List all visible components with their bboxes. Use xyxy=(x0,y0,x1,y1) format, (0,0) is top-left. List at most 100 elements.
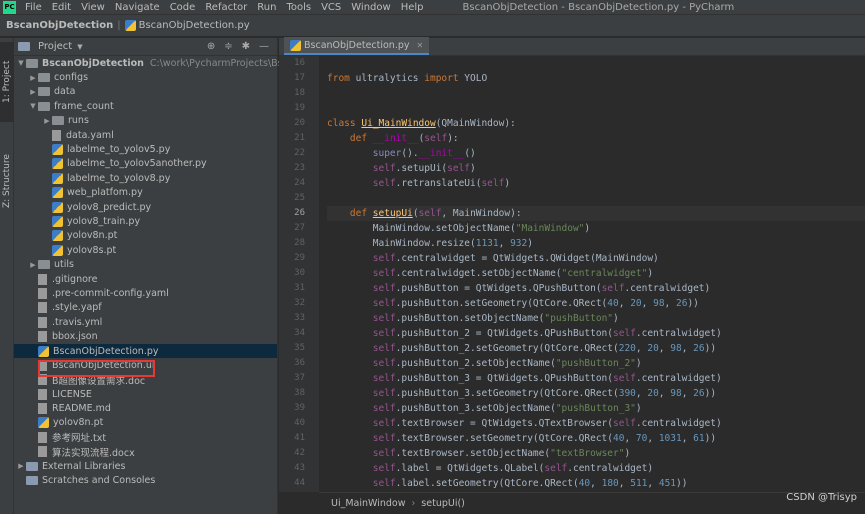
breadcrumb-file[interactable]: BscanObjDetection.py xyxy=(124,20,250,31)
code-line[interactable]: self.pushButton_3 = QtWidgets.QPushButto… xyxy=(327,371,865,386)
tree-item[interactable]: yolov8_predict.py xyxy=(14,200,277,214)
tool-tab-structure[interactable]: Z: Structure xyxy=(0,146,14,216)
code-line[interactable]: self.textBrowser.setGeometry(QtCore.QRec… xyxy=(327,431,865,446)
file-icon xyxy=(38,331,47,343)
tree-item[interactable]: ▶ runs xyxy=(14,114,277,128)
code-line[interactable]: self.label = QtWidgets.QLabel(self.centr… xyxy=(327,461,865,476)
code-line[interactable]: self.centralwidget.setObjectName("centra… xyxy=(327,266,865,281)
hide-icon[interactable]: — xyxy=(259,41,269,52)
code-line[interactable]: def setupUi(self, MainWindow): xyxy=(327,206,865,221)
status-class[interactable]: Ui_MainWindow xyxy=(331,498,405,509)
code-line[interactable]: super().__init__() xyxy=(327,146,865,161)
tree-item[interactable]: ▶ External Libraries xyxy=(14,459,277,473)
tree-item[interactable]: .pre-commit-config.yaml xyxy=(14,286,277,300)
collapse-arrow-icon[interactable]: ▶ xyxy=(28,74,38,82)
code-line[interactable] xyxy=(327,56,865,71)
menu-refactor[interactable]: Refactor xyxy=(200,0,252,15)
menu-tools[interactable]: Tools xyxy=(281,0,316,15)
menu-code[interactable]: Code xyxy=(165,0,201,15)
tree-item[interactable]: README.md xyxy=(14,401,277,415)
code-line[interactable]: self.centralwidget = QtWidgets.QWidget(M… xyxy=(327,251,865,266)
folder-icon xyxy=(38,73,50,83)
menu-help[interactable]: Help xyxy=(396,0,429,15)
collapse-arrow-icon[interactable]: ▶ xyxy=(28,261,38,269)
tree-item-label: External Libraries xyxy=(42,460,126,472)
editor-tab-active[interactable]: BscanObjDetection.py ✕ xyxy=(284,37,430,55)
tree-item[interactable]: labelme_to_yolov5another.py xyxy=(14,157,277,171)
collapse-arrow-icon[interactable]: ▶ xyxy=(42,117,52,125)
tree-item[interactable]: yolov8n.pt xyxy=(14,416,277,430)
project-panel-title[interactable]: Project xyxy=(38,41,72,52)
tree-root[interactable]: ▼ BscanObjDetection C:\work\PycharmProje… xyxy=(14,56,313,70)
code-line[interactable] xyxy=(327,191,865,206)
tree-item[interactable]: web_platfom.py xyxy=(14,186,277,200)
tree-item[interactable]: ▶ utils xyxy=(14,257,277,271)
tree-item[interactable]: .style.yapf xyxy=(14,301,277,315)
code-line[interactable]: self.setupUi(self) xyxy=(327,161,865,176)
code-line[interactable]: self.retranslateUi(self) xyxy=(327,176,865,191)
tree-item[interactable]: ▼ frame_count xyxy=(14,99,277,113)
code-line[interactable]: self.pushButton_2.setGeometry(QtCore.QRe… xyxy=(327,341,865,356)
menu-view[interactable]: View xyxy=(76,0,110,15)
code-line[interactable]: self.pushButton_2 = QtWidgets.QPushButto… xyxy=(327,326,865,341)
status-method[interactable]: setupUi() xyxy=(421,498,465,509)
collapse-all-icon[interactable]: ≑ xyxy=(224,41,232,52)
menu-window[interactable]: Window xyxy=(346,0,395,15)
collapse-arrow-icon[interactable]: ▶ xyxy=(16,462,26,470)
code-area[interactable]: from ultralytics import YOLO class Ui_Mai… xyxy=(327,56,865,492)
line-number: 31 xyxy=(294,283,305,293)
expand-arrow-icon[interactable]: ▼ xyxy=(16,59,26,67)
code-line[interactable]: def __init__(self): xyxy=(327,131,865,146)
code-line[interactable]: self.pushButton.setObjectName("pushButto… xyxy=(327,311,865,326)
tree-item[interactable]: yolov8n.pt xyxy=(14,229,277,243)
code-line[interactable]: from ultralytics import YOLO xyxy=(327,71,865,86)
chevron-down-icon[interactable]: ▼ xyxy=(77,43,82,51)
collapse-arrow-icon[interactable]: ▶ xyxy=(28,88,38,96)
tool-tab-project[interactable]: 1: Project xyxy=(0,42,14,122)
line-number: 18 xyxy=(294,88,305,98)
gear-icon[interactable]: ✱ xyxy=(242,41,250,52)
tree-item[interactable]: ▶ configs xyxy=(14,70,277,84)
code-line[interactable]: self.pushButton.setGeometry(QtCore.QRect… xyxy=(327,296,865,311)
menu-edit[interactable]: Edit xyxy=(47,0,76,15)
tree-item[interactable]: 参考网址.txt xyxy=(14,430,277,444)
locate-icon[interactable]: ⊕ xyxy=(207,41,215,52)
tree-item-label: yolov8s.pt xyxy=(67,244,117,256)
menu-navigate[interactable]: Navigate xyxy=(110,0,165,15)
tree-item[interactable]: 算法实现流程.docx xyxy=(14,445,277,459)
expand-arrow-icon[interactable]: ▼ xyxy=(28,102,38,110)
tree-item[interactable]: data.yaml xyxy=(14,128,277,142)
editor-tab-label: BscanObjDetection.py xyxy=(304,39,410,51)
selection-highlight-box xyxy=(38,360,155,377)
tree-item-label: Scratches and Consoles xyxy=(42,475,156,487)
tree-item[interactable]: labelme_to_yolov8.py xyxy=(14,171,277,185)
tree-item[interactable]: bbox.json xyxy=(14,329,277,343)
code-line[interactable] xyxy=(327,101,865,116)
menu-file[interactable]: File xyxy=(20,0,47,15)
breadcrumb-project[interactable]: BscanObjDetection xyxy=(6,20,113,31)
code-line[interactable]: class Ui_MainWindow(QMainWindow): xyxy=(327,116,865,131)
tree-item-label: yolov8_predict.py xyxy=(67,201,152,213)
tree-item[interactable]: .travis.yml xyxy=(14,315,277,329)
close-icon[interactable]: ✕ xyxy=(417,41,424,50)
code-line[interactable]: self.textBrowser = QtWidgets.QTextBrowse… xyxy=(327,416,865,431)
menu-vcs[interactable]: VCS xyxy=(316,0,346,15)
code-line[interactable]: self.pushButton_3.setGeometry(QtCore.QRe… xyxy=(327,386,865,401)
code-line[interactable]: self.pushButton_3.setObjectName("pushBut… xyxy=(327,401,865,416)
code-line[interactable]: MainWindow.setObjectName("MainWindow") xyxy=(327,221,865,236)
code-line[interactable] xyxy=(327,86,865,101)
tree-item[interactable]: yolov8_train.py xyxy=(14,214,277,228)
tree-item[interactable]: ▶ data xyxy=(14,85,277,99)
tree-item[interactable]: labelme_to_yolov5.py xyxy=(14,142,277,156)
code-line[interactable]: MainWindow.resize(1131, 932) xyxy=(327,236,865,251)
tree-item[interactable]: yolov8s.pt xyxy=(14,243,277,257)
tree-item[interactable]: BscanObjDetection.py xyxy=(14,343,277,359)
code-line[interactable]: self.pushButton_2.setObjectName("pushBut… xyxy=(327,356,865,371)
menu-run[interactable]: Run xyxy=(252,0,281,15)
tree-item[interactable]: LICENSE xyxy=(14,387,277,401)
tree-item[interactable]: Scratches and Consoles xyxy=(14,473,277,487)
code-line[interactable]: self.label.setGeometry(QtCore.QRect(40, … xyxy=(327,476,865,491)
code-line[interactable]: self.textBrowser.setObjectName("textBrow… xyxy=(327,446,865,461)
code-line[interactable]: self.pushButton = QtWidgets.QPushButton(… xyxy=(327,281,865,296)
tree-item[interactable]: .gitignore xyxy=(14,272,277,286)
